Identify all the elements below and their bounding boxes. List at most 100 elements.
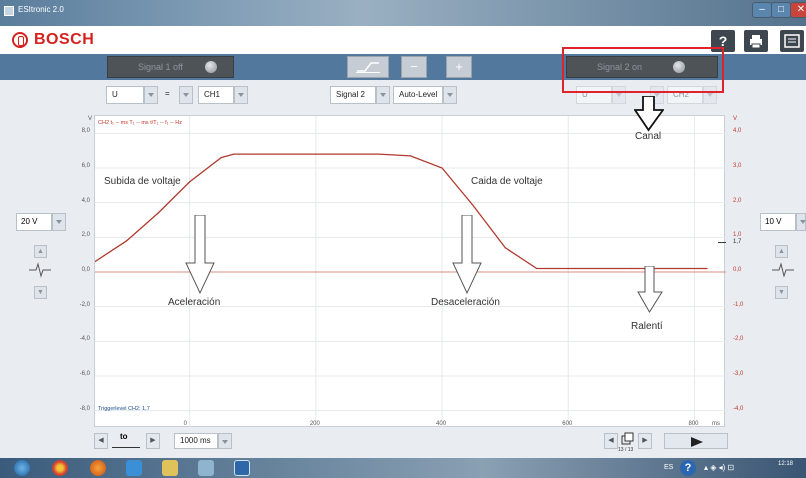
ch1-coupling-label: = [165, 89, 170, 98]
chevron-down-icon[interactable] [234, 86, 248, 104]
signal-offset-icon-right[interactable] [771, 262, 795, 278]
trigger-button[interactable] [347, 56, 389, 78]
language-indicator[interactable]: ES [664, 464, 673, 471]
arrow-down-icon [634, 96, 664, 132]
signal1-toggle[interactable]: Signal 1 off [107, 56, 234, 78]
arrow-down-icon [637, 266, 663, 313]
annotation-channel: Canal [635, 131, 662, 142]
x-tick-label: 800 [688, 421, 699, 427]
right-tick-label: -4,0 [733, 405, 744, 412]
left-tick-label: -8,0 [79, 405, 90, 412]
esitronic-taskbar-icon[interactable] [234, 460, 250, 476]
waveform-point [473, 205, 475, 207]
firefox-icon[interactable] [90, 460, 106, 476]
minimize-button[interactable]: – [752, 2, 772, 18]
waveform-point [125, 240, 128, 242]
zoom-in-button[interactable]: + [446, 56, 472, 78]
printer-icon [750, 35, 762, 49]
x-tick-label: 0 [183, 421, 187, 427]
to-label: to [120, 432, 128, 441]
scale-up-button[interactable]: ▲ [34, 245, 47, 258]
x-tick-label: 400 [436, 421, 447, 427]
window-title-bar: ESItronic 2.0 [0, 0, 806, 26]
page-next-button[interactable]: ▶ [638, 433, 652, 449]
maximize-button[interactable]: □ [771, 2, 791, 18]
left-tick-label: 2,0 [81, 232, 90, 239]
prev-button[interactable]: ◀ [94, 433, 108, 449]
waveform-point [378, 153, 380, 155]
page-stack-icon[interactable] [620, 432, 636, 446]
annotation-fall: Caida de voltaje [471, 176, 543, 187]
left-tick-label: 4,0 [81, 197, 90, 204]
page-prev-button[interactable]: ◀ [604, 433, 618, 449]
chevron-down-icon[interactable] [52, 213, 66, 231]
next-button[interactable]: ▶ [146, 433, 160, 449]
menu-button[interactable] [780, 30, 804, 52]
left-tick-label: -2,0 [79, 301, 90, 308]
brand-logo: BOSCH [34, 31, 95, 48]
scale-up-button-right[interactable]: ▲ [775, 245, 788, 258]
scale-down-button-right[interactable]: ▼ [775, 286, 788, 299]
app-icon-tool[interactable] [198, 460, 214, 476]
arrow-down-icon [452, 215, 482, 295]
waveform-point [189, 181, 191, 183]
x-tick-label: 200 [309, 421, 320, 427]
start-button-icon[interactable] [14, 460, 30, 476]
right-tick-label: -3,0 [733, 371, 744, 377]
right-tick-label: -2,0 [733, 336, 744, 343]
scale-down-button[interactable]: ▼ [34, 286, 47, 299]
left-axis-unit: V [87, 116, 92, 122]
to-label-button[interactable]: to [112, 432, 140, 448]
play-icon [691, 437, 703, 447]
waveform-point [536, 267, 538, 270]
left-scale-select[interactable]: 20 V [16, 213, 52, 231]
left-tick-label: -6,0 [79, 371, 90, 377]
list-icon [784, 34, 800, 48]
left-tick-label: -4,0 [79, 336, 90, 343]
left-tick-label: 6,0 [81, 163, 90, 169]
ch1-channel-select[interactable]: CH1 [198, 86, 234, 104]
waveform-point [220, 157, 222, 159]
signal-offset-icon[interactable] [28, 262, 52, 278]
signal1-label: Signal 1 off [138, 62, 183, 72]
close-button[interactable]: ✕ [790, 2, 806, 18]
trigger-marker-label: 1,7 [733, 238, 742, 245]
tray-icons[interactable]: ▴ ◈ ◂) ⊡ [704, 463, 734, 472]
chevron-down-icon[interactable] [796, 213, 806, 231]
left-tick-label: 8,0 [81, 128, 90, 135]
bosch-logo-icon [12, 32, 28, 48]
window-title: ESItronic 2.0 [18, 5, 64, 14]
chrome-icon[interactable] [52, 460, 68, 476]
arrow-down-icon [185, 215, 215, 295]
folder-icon[interactable] [162, 460, 178, 476]
signal1-led-icon [205, 61, 217, 73]
level-select[interactable]: Auto-Level [393, 86, 443, 104]
help-tray-icon[interactable]: ? [680, 460, 696, 476]
signal-select[interactable]: Signal 2 [330, 86, 376, 104]
chevron-down-icon[interactable] [218, 433, 232, 449]
print-button[interactable] [744, 30, 768, 52]
annotation-rise: Subida de voltaje [104, 176, 181, 187]
right-scale-select[interactable]: 10 V [760, 213, 796, 231]
ch1-unit-select[interactable]: U [106, 86, 144, 104]
media-player-icon[interactable] [126, 460, 142, 476]
app-icon [4, 6, 14, 16]
annotation-acceleration: Aceleración [168, 297, 221, 308]
trigger-edge-icon [356, 62, 380, 73]
waveform-point [630, 267, 632, 270]
waveform-point [409, 155, 412, 157]
waveform-point [706, 267, 708, 270]
chevron-down-icon[interactable] [443, 86, 457, 104]
chevron-down-icon[interactable] [179, 86, 193, 104]
x-tick-label: 600 [562, 421, 573, 427]
trigger-level-info: Triggerlevel CH2: 1,7 [98, 406, 150, 412]
zoom-out-button[interactable]: − [401, 56, 427, 78]
waveform-point [233, 153, 235, 155]
play-button[interactable] [664, 433, 728, 449]
timebase-select[interactable]: 1000 ms [174, 433, 218, 449]
chevron-down-icon[interactable] [144, 86, 158, 104]
annotation-idle: Ralentí [631, 321, 663, 332]
highlight-box [562, 47, 724, 93]
chevron-down-icon[interactable] [376, 86, 390, 104]
right-tick-label: 0,0 [733, 267, 742, 273]
